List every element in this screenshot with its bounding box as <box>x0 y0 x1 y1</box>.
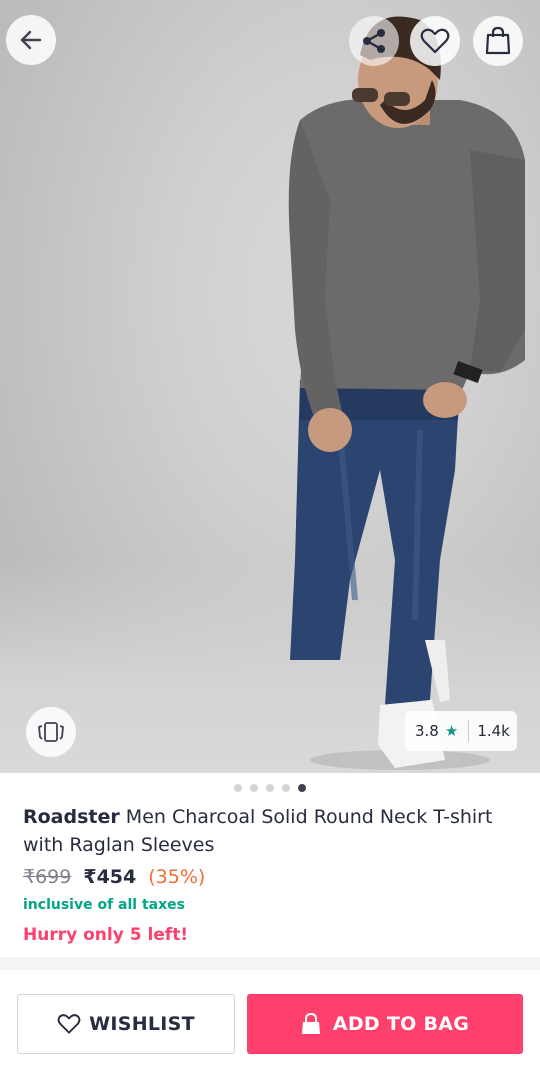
rating-divider <box>468 720 470 742</box>
gallery-dot[interactable] <box>234 784 242 792</box>
add-to-bag-button[interactable]: ADD TO BAG <box>247 994 523 1054</box>
tax-note: inclusive of all taxes <box>23 897 185 913</box>
price-row: ₹699 ₹454 (35%) <box>23 866 205 894</box>
gallery-dot[interactable] <box>250 784 258 792</box>
wishlist-icon-button[interactable] <box>410 16 460 66</box>
wishlist-button-label: WISHLIST <box>89 1013 195 1035</box>
stock-alert: Hurry only 5 left! <box>23 925 189 945</box>
gallery-dot[interactable] <box>282 784 290 792</box>
share-button[interactable] <box>349 16 399 66</box>
wishlist-button[interactable]: WISHLIST <box>17 994 235 1054</box>
product-brand: Roadster <box>23 806 120 828</box>
share-icon <box>363 29 385 53</box>
arrow-left-icon <box>20 30 42 50</box>
product-title: Roadster Men Charcoal Solid Round Neck T… <box>23 803 523 859</box>
product-image-gallery[interactable]: 3.8 ★ 1.4k <box>0 0 540 773</box>
view-similar-icon <box>38 722 64 742</box>
shopping-bag-icon <box>485 26 511 55</box>
discount-percent: (35%) <box>148 866 206 888</box>
gallery-dot[interactable] <box>298 784 306 792</box>
product-photo-model <box>288 16 525 770</box>
section-divider <box>0 957 540 970</box>
add-to-bag-label: ADD TO BAG <box>332 1013 470 1035</box>
heart-icon <box>420 28 450 54</box>
bag-lock-icon <box>301 1013 320 1034</box>
gallery-dot[interactable] <box>266 784 274 792</box>
selling-price: ₹454 <box>83 866 137 888</box>
heart-outline-icon <box>57 1014 81 1034</box>
rating-badge[interactable]: 3.8 ★ 1.4k <box>405 711 517 751</box>
back-button[interactable] <box>6 15 56 65</box>
rating-count: 1.4k <box>477 722 510 740</box>
bag-icon-button[interactable] <box>473 16 523 66</box>
rating-value: 3.8 <box>415 722 439 740</box>
mrp-price: ₹699 <box>23 866 72 888</box>
view-similar-button[interactable] <box>26 707 76 757</box>
star-icon: ★ <box>444 722 459 740</box>
gallery-pagination <box>0 784 540 794</box>
